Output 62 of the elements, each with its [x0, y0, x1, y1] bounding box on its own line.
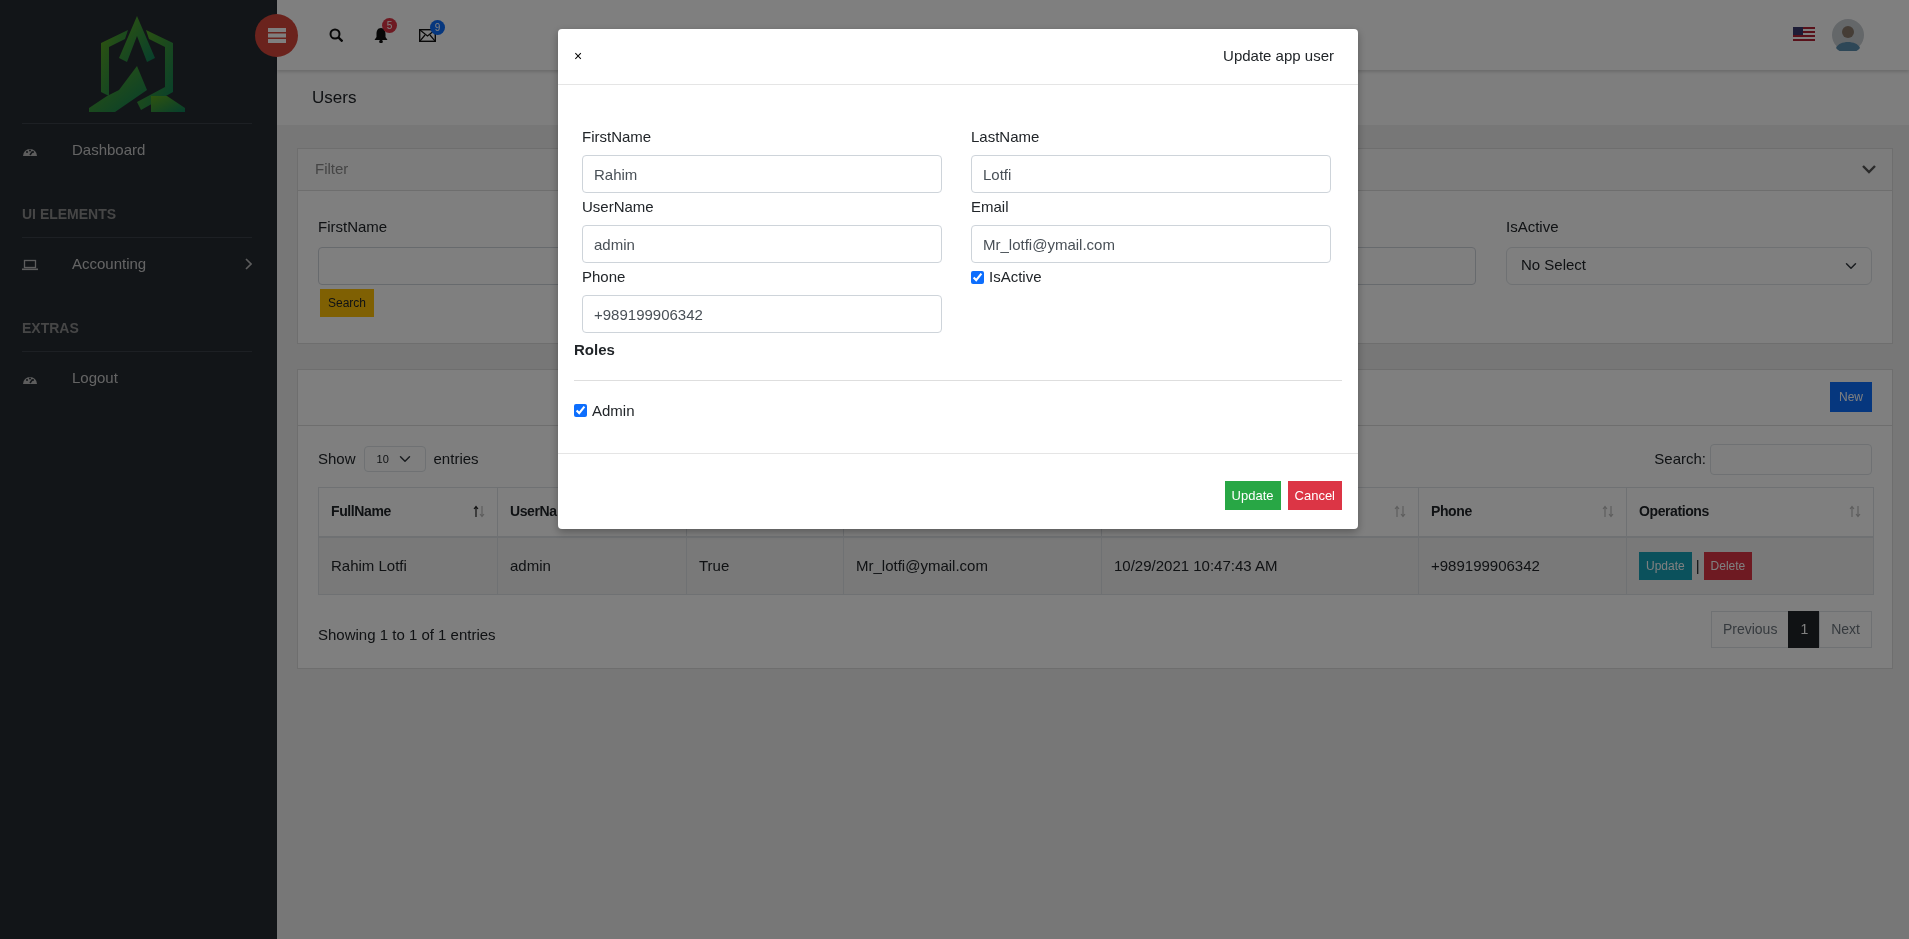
- flag-icon[interactable]: [1793, 27, 1815, 43]
- checkbox[interactable]: [574, 404, 587, 417]
- delete-button[interactable]: Delete: [1703, 551, 1753, 580]
- text-field[interactable]: +989199906342: [582, 295, 942, 333]
- field-label: Phone: [582, 267, 627, 287]
- field-label: IsActive: [1506, 217, 1559, 237]
- select-field[interactable]: No Select: [1506, 246, 1872, 285]
- laptop-icon: [22, 257, 38, 271]
- text-field[interactable]: Rahim: [582, 155, 942, 193]
- search-icon: [329, 28, 343, 42]
- sidebar-item[interactable]: Dashboard: [22, 124, 252, 176]
- checkbox[interactable]: [971, 270, 984, 284]
- text-field[interactable]: admin: [582, 225, 942, 263]
- close-button[interactable]: ×: [572, 46, 585, 67]
- field-label: LastName: [971, 127, 1041, 147]
- menu-icon: [267, 27, 286, 43]
- column-header[interactable]: FullName: [331, 501, 391, 523]
- column-header[interactable]: Phone: [1431, 501, 1472, 523]
- chevron-right-icon: [244, 258, 252, 270]
- dialog-title: Update app user: [1223, 46, 1334, 67]
- checkbox-label: IsActive: [989, 267, 1042, 287]
- update-button[interactable]: Update: [1224, 480, 1281, 510]
- count-badge: 9: [430, 19, 445, 35]
- field-label: FirstName: [318, 217, 388, 237]
- logo-icon: [89, 16, 185, 112]
- column-header[interactable]: Operations: [1639, 501, 1709, 523]
- envelope-icon: [419, 28, 436, 42]
- chevron-down-icon[interactable]: [1862, 165, 1876, 174]
- cancel-button[interactable]: Cancel: [1287, 480, 1342, 510]
- new-button[interactable]: New: [1830, 382, 1872, 412]
- table-cell: admin: [497, 537, 687, 594]
- notifications-button[interactable]: [374, 27, 388, 43]
- text-field[interactable]: Lotfi: [971, 155, 1331, 193]
- checkbox-label: Admin: [592, 400, 635, 421]
- search-button[interactable]: Search: [320, 288, 375, 317]
- search-label: Search:: [1654, 448, 1706, 469]
- table-cell: Mr_lotfi@ymail.com: [843, 537, 1102, 594]
- field-label: UserName: [582, 197, 655, 217]
- page-button[interactable]: 1: [1788, 610, 1821, 648]
- table-cell: +989199906342: [1418, 537, 1627, 594]
- entries-label: entries: [433, 448, 479, 469]
- sidebar-item[interactable]: Accounting: [22, 238, 252, 290]
- messages-button[interactable]: [419, 28, 436, 42]
- separator-text: |: [1695, 555, 1700, 576]
- page-length-select[interactable]: 10: [363, 445, 426, 473]
- section-heading: Roles: [574, 340, 616, 360]
- page-title: Users: [312, 86, 357, 109]
- text-field[interactable]: Mr_lotfi@ymail.com: [971, 225, 1331, 263]
- sort-icon[interactable]: [473, 505, 485, 519]
- show-label: Show: [318, 448, 356, 469]
- count-badge: 5: [382, 18, 397, 33]
- avatar[interactable]: [1832, 19, 1864, 51]
- bell-icon: [374, 27, 388, 43]
- field-label: FirstName: [582, 127, 653, 147]
- table-cell: 10/29/2021 10:47:43 AM: [1101, 537, 1419, 594]
- entries-info: Showing 1 to 1 of 1 entries: [318, 624, 496, 645]
- field-label: Email: [971, 197, 1010, 217]
- table-cell: Rahim Lotfi: [318, 537, 498, 594]
- table-cell: True: [686, 537, 844, 594]
- sidebar-item[interactable]: Logout: [22, 352, 252, 404]
- column-header[interactable]: UserNa: [510, 501, 557, 523]
- search-button[interactable]: [329, 28, 343, 42]
